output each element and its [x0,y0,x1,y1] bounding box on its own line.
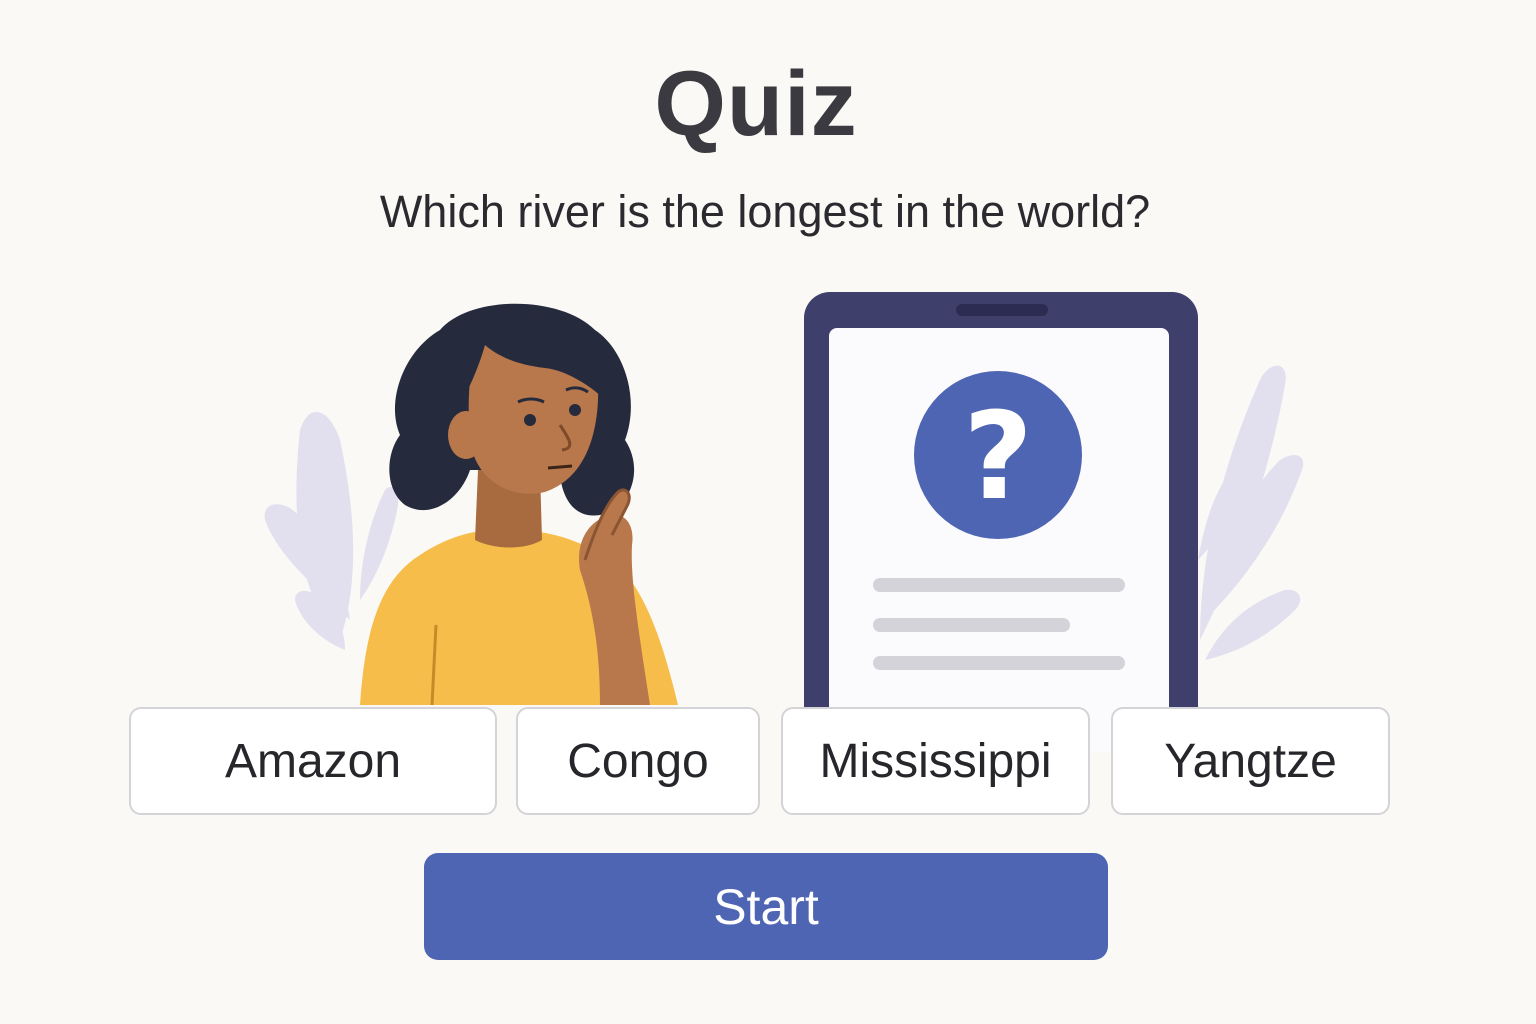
thinking-person-illustration [360,303,678,706]
tablet-illustration: ? [804,292,1198,752]
answer-option-amazon[interactable]: Amazon [129,707,497,815]
answer-option-congo[interactable]: Congo [516,707,760,815]
answer-option-yangtze[interactable]: Yangtze [1111,707,1390,815]
leaf-decoration-right [1198,365,1304,660]
answer-option-mississippi[interactable]: Mississippi [781,707,1090,815]
start-button[interactable]: Start [424,853,1108,960]
svg-text:?: ? [963,388,1033,527]
